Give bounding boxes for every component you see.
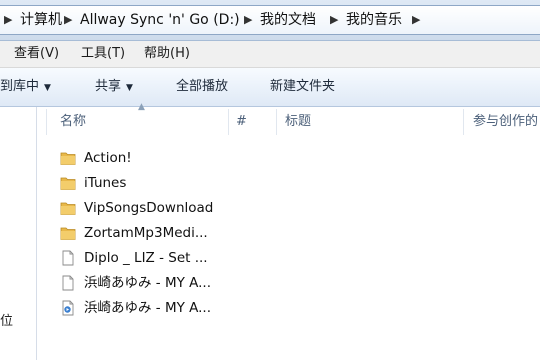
media-file-icon xyxy=(60,300,76,316)
file-name: 浜崎あゆみ - MY A... xyxy=(84,300,212,316)
folder-icon xyxy=(60,225,76,241)
column-divider[interactable] xyxy=(463,109,464,135)
breadcrumb-computer[interactable]: 计算机 xyxy=(20,6,62,34)
file-name: 浜崎あゆみ - MY A... xyxy=(84,275,212,291)
chevron-right-icon[interactable]: ▶ xyxy=(244,6,252,34)
folder-icon xyxy=(60,150,76,166)
menu-view[interactable]: 查看(V) xyxy=(14,41,59,67)
file-name: ZortamMp3Medi... xyxy=(84,225,208,241)
column-divider[interactable] xyxy=(276,109,277,135)
folder-icon xyxy=(60,175,76,191)
list-item[interactable]: Action! xyxy=(60,146,132,171)
list-item[interactable]: VipSongsDownload xyxy=(60,196,213,221)
file-icon xyxy=(60,250,76,266)
new-folder-button[interactable]: 新建文件夹 xyxy=(270,68,335,106)
menu-tools[interactable]: 工具(T) xyxy=(81,41,125,67)
dropdown-arrow-icon: ▼ xyxy=(126,83,133,93)
share-label: 共享 xyxy=(95,79,122,94)
list-item[interactable]: 浜崎あゆみ - MY A... xyxy=(60,271,211,296)
add-to-library-button[interactable]: 到库中 ▼ xyxy=(0,68,51,106)
breadcrumb[interactable]: ▶ 计算机 ▶ Allway Sync 'n' Go (D:) ▶ 我的文档 ▶… xyxy=(0,5,540,35)
column-header-number[interactable]: # xyxy=(236,107,247,137)
file-name: Diplo _ LIZ - Set ... xyxy=(84,250,208,266)
chevron-right-icon[interactable]: ▶ xyxy=(412,6,420,34)
command-bar: 到库中 ▼ 共享 ▼ 全部播放 新建文件夹 xyxy=(0,68,540,107)
list-item[interactable]: 浜崎あゆみ - MY A... xyxy=(60,296,211,321)
dropdown-arrow-icon: ▼ xyxy=(44,83,51,93)
chevron-right-icon[interactable]: ▶ xyxy=(64,6,72,34)
breadcrumb-drive[interactable]: Allway Sync 'n' Go (D:) xyxy=(80,6,240,34)
breadcrumb-my-music[interactable]: 我的音乐 xyxy=(346,6,402,34)
chevron-right-icon[interactable]: ▶ xyxy=(330,6,338,34)
file-icon xyxy=(60,275,76,291)
play-all-button[interactable]: 全部播放 xyxy=(176,68,228,106)
menu-bar: 查看(V) 工具(T) 帮助(H) xyxy=(0,41,540,68)
column-divider[interactable] xyxy=(46,109,47,135)
sort-ascending-icon: ▲ xyxy=(138,102,145,112)
folder-icon xyxy=(60,200,76,216)
file-name: Action! xyxy=(84,150,132,166)
address-bar: ▶ 计算机 ▶ Allway Sync 'n' Go (D:) ▶ 我的文档 ▶… xyxy=(0,0,540,41)
column-header-name[interactable]: 名称 xyxy=(60,107,86,137)
chevron-right-icon[interactable]: ▶ xyxy=(4,6,12,34)
breadcrumb-my-documents[interactable]: 我的文档 xyxy=(260,6,316,34)
menu-help[interactable]: 帮助(H) xyxy=(144,41,190,67)
column-header-title[interactable]: 标题 xyxy=(285,107,311,137)
column-header-contributing-artist[interactable]: 参与创作的 xyxy=(473,107,538,137)
file-name: iTunes xyxy=(84,175,127,191)
list-item[interactable]: ZortamMp3Medi... xyxy=(60,221,208,246)
add-to-library-label: 到库中 xyxy=(0,79,40,94)
list-item[interactable]: iTunes xyxy=(60,171,126,196)
share-button[interactable]: 共享 ▼ xyxy=(95,68,133,106)
navigation-pane[interactable]: 位 xyxy=(0,107,37,360)
column-header-row: ▲ 名称 # 标题 参与创作的 xyxy=(37,102,540,137)
file-name: VipSongsDownload xyxy=(84,200,214,216)
nav-item-label[interactable]: 位 xyxy=(0,310,13,329)
list-item[interactable]: Diplo _ LIZ - Set ... xyxy=(60,246,208,271)
column-divider[interactable] xyxy=(228,109,229,135)
